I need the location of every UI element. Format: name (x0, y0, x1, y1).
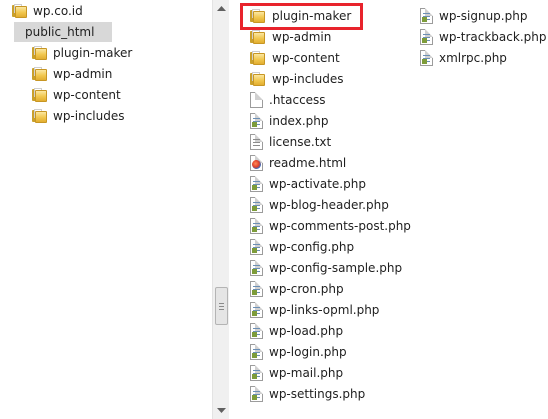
file-item[interactable]: wp-settings.php (250, 384, 365, 404)
file-item-label: xmlrpc.php (439, 51, 507, 65)
file-item[interactable]: wp-blog-header.php (250, 195, 389, 215)
file-item-label: readme.html (269, 156, 347, 170)
file-item[interactable]: wp-trackback.php (420, 27, 546, 47)
file-item[interactable]: wp-signup.php (420, 6, 527, 26)
file-item[interactable]: wp-load.php (250, 321, 343, 341)
file-item-label: wp-cron.php (269, 282, 344, 296)
file-item-label: wp-signup.php (439, 9, 528, 23)
php-file-icon (250, 302, 263, 318)
file-item[interactable]: wp-activate.php (250, 174, 366, 194)
folder-icon (32, 46, 48, 60)
tree-item-label: wp.co.id (33, 4, 83, 18)
file-item[interactable]: wp-content (250, 48, 340, 68)
php-file-icon (250, 365, 263, 381)
tree-item-public-html[interactable]: public_html (14, 22, 112, 42)
file-item-label: index.php (269, 114, 329, 128)
file-item[interactable]: readme.html (250, 153, 346, 173)
php-file-icon (250, 113, 263, 129)
tree-item-label: plugin-maker (53, 46, 133, 60)
file-item-label: wp-blog-header.php (269, 198, 389, 212)
file-item[interactable]: xmlrpc.php (420, 48, 507, 68)
file-item-label: wp-content (272, 51, 340, 65)
file-item[interactable]: wp-admin (250, 27, 331, 47)
php-file-icon (420, 50, 433, 66)
file-item[interactable]: license.txt (250, 132, 331, 152)
tree-item-plugin-maker[interactable]: plugin-maker (32, 43, 132, 63)
file-item[interactable]: wp-comments-post.php (250, 216, 411, 236)
php-file-icon (250, 176, 263, 192)
file-item-label: wp-links-opml.php (269, 303, 380, 317)
php-file-icon (250, 281, 263, 297)
php-file-icon (250, 323, 263, 339)
php-file-icon (250, 197, 263, 213)
file-item[interactable]: index.php (250, 111, 328, 131)
tree-item-wp-admin[interactable]: wp-admin (32, 64, 112, 84)
tree-item-label: wp-admin (53, 67, 113, 81)
file-item-label: wp-login.php (269, 345, 347, 359)
text-file-icon (250, 134, 263, 150)
html-file-icon (250, 155, 263, 171)
tree-item-wp-includes[interactable]: wp-includes (32, 106, 125, 126)
php-file-icon (250, 260, 263, 276)
file-item-label: wp-activate.php (269, 177, 366, 191)
php-file-icon (420, 29, 433, 45)
file-item-label: plugin-maker (272, 9, 352, 23)
tree-item-label: wp-includes (53, 109, 125, 123)
file-item-label: wp-load.php (269, 324, 344, 338)
folder-icon (32, 88, 48, 102)
file-item-label: license.txt (269, 135, 332, 149)
file-item[interactable]: wp-includes (250, 69, 344, 89)
file-item-label: wp-trackback.php (439, 30, 547, 44)
file-icon (250, 92, 263, 108)
folder-icon (250, 30, 266, 44)
folder-tree-pane: wp.co.id public_html plugin-maker wp-adm… (0, 0, 213, 419)
tree-item-wp-content[interactable]: wp-content (32, 85, 121, 105)
php-file-icon (250, 344, 263, 360)
file-item[interactable]: wp-config.php (250, 237, 354, 257)
folder-icon (32, 67, 48, 81)
file-item[interactable]: .htaccess (250, 90, 326, 110)
scroll-up-arrow-icon[interactable] (213, 0, 230, 17)
folder-icon (250, 51, 266, 65)
file-item-label: wp-admin (272, 30, 332, 44)
file-item-label: .htaccess (269, 93, 326, 107)
tree-item-label: public_html (25, 25, 95, 39)
php-file-icon (250, 386, 263, 402)
file-item[interactable]: wp-cron.php (250, 279, 344, 299)
file-item[interactable]: wp-config-sample.php (250, 258, 402, 278)
scroll-down-arrow-icon[interactable] (213, 402, 230, 419)
file-item[interactable]: wp-login.php (250, 342, 347, 362)
vertical-scrollbar[interactable] (212, 0, 229, 419)
scrollbar-thumb[interactable] (215, 287, 228, 325)
folder-icon (12, 4, 28, 18)
file-item[interactable]: wp-mail.php (250, 363, 343, 383)
file-item[interactable]: plugin-maker (250, 6, 351, 26)
file-list-pane: plugin-maker wp-admin wp-content wp-include… (230, 0, 548, 419)
folder-icon (250, 72, 266, 86)
file-item-label: wp-config.php (269, 240, 355, 254)
folder-icon (250, 9, 266, 23)
file-item-label: wp-includes (272, 72, 344, 86)
file-item-label: wp-mail.php (269, 366, 344, 380)
php-file-icon (250, 239, 263, 255)
folder-icon (32, 109, 48, 123)
file-item-label: wp-settings.php (269, 387, 366, 401)
file-item-label: wp-comments-post.php (269, 219, 411, 233)
php-file-icon (250, 218, 263, 234)
file-item-label: wp-config-sample.php (269, 261, 403, 275)
php-file-icon (420, 8, 433, 24)
tree-item-wp-co-id[interactable]: wp.co.id (12, 1, 83, 21)
file-item[interactable]: wp-links-opml.php (250, 300, 379, 320)
tree-item-label: wp-content (53, 88, 121, 102)
